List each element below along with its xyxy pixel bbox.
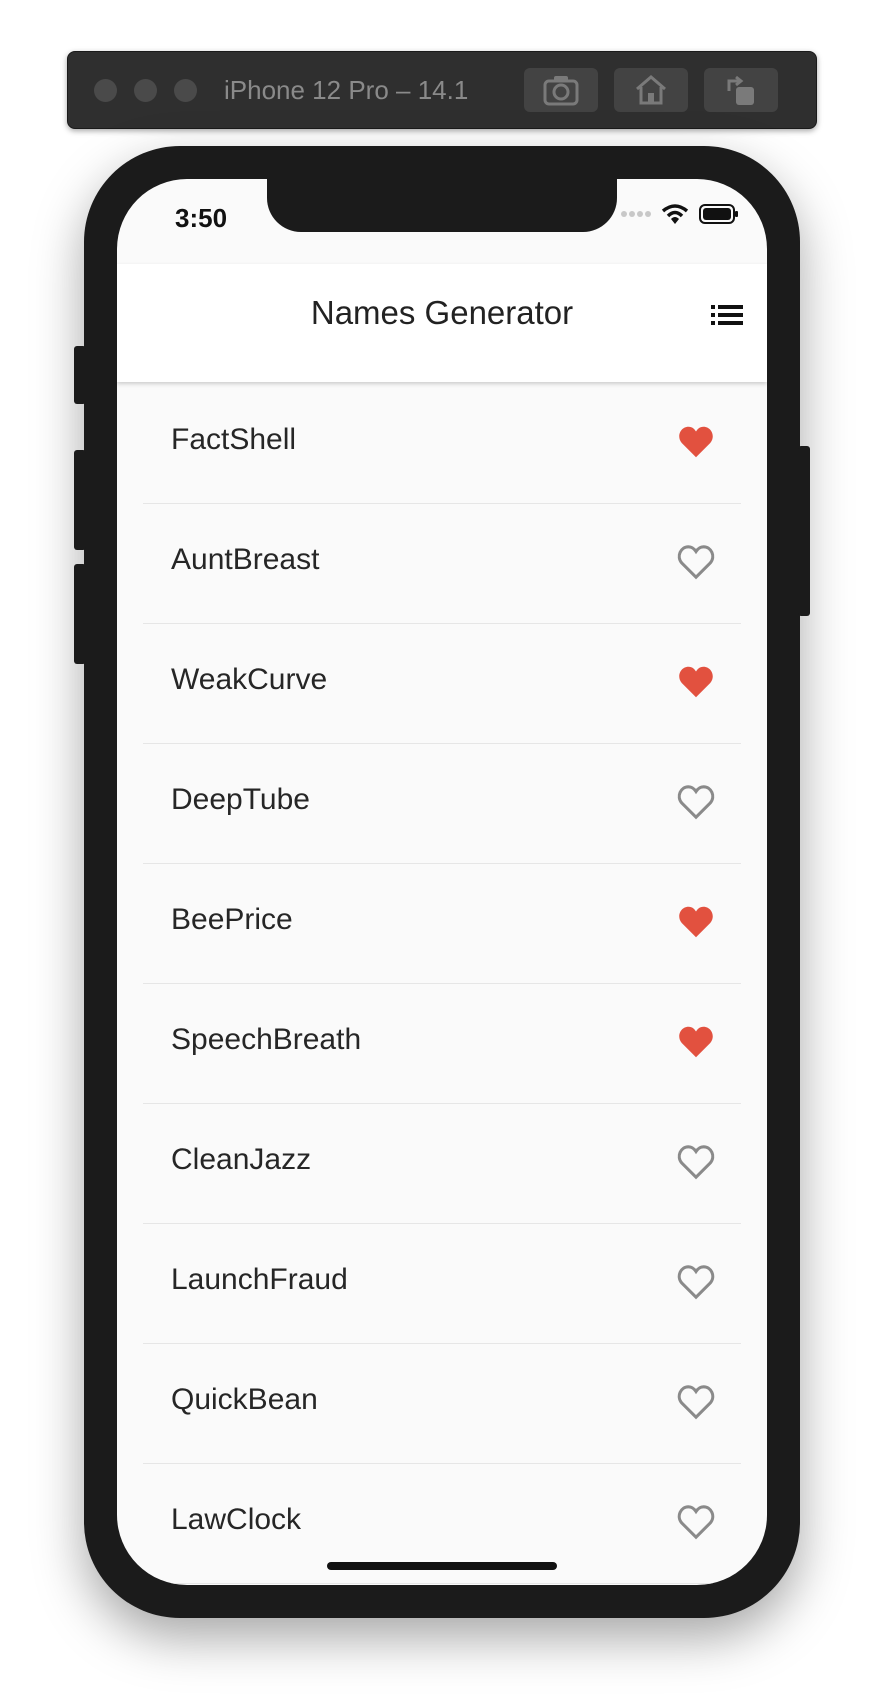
wifi-icon	[661, 204, 689, 224]
phone-frame: 3:50 Names Generator FactShell AuntBreas…	[74, 146, 810, 1618]
heart-outline-icon[interactable]	[677, 1384, 715, 1420]
heart-outline-icon[interactable]	[677, 1264, 715, 1300]
heart-filled-icon[interactable]	[677, 904, 715, 940]
rotate-icon	[727, 75, 754, 105]
list-item[interactable]: QuickBean	[143, 1344, 741, 1464]
name-label: LaunchFraud	[171, 1263, 348, 1296]
name-label: CleanJazz	[171, 1143, 312, 1176]
list-item[interactable]: LaunchFraud	[143, 1224, 741, 1344]
name-label: AuntBreast	[171, 543, 320, 576]
status-time: 3:50	[175, 203, 228, 233]
battery-icon	[699, 204, 738, 224]
name-label: SpeechBreath	[171, 1023, 362, 1056]
list-item[interactable]: DeepTube	[143, 744, 741, 864]
list-item[interactable]: SpeechBreath	[143, 984, 741, 1104]
simulator-title: iPhone 12 Pro – 14.1	[224, 75, 469, 105]
close-window-dot[interactable]	[94, 79, 117, 102]
status-icons	[621, 203, 739, 225]
heart-filled-icon[interactable]	[677, 424, 715, 460]
signal-dots-icon	[621, 211, 651, 217]
volume-down-button	[74, 564, 86, 664]
app-bar: Names Generator	[117, 264, 767, 382]
list-item[interactable]: WeakCurve	[143, 624, 741, 744]
page-title: Names Generator	[310, 294, 574, 331]
saved-list-button[interactable]	[711, 304, 743, 331]
name-label: QuickBean	[171, 1383, 318, 1416]
list-item[interactable]: BeePrice	[143, 864, 741, 984]
name-label: WeakCurve	[171, 663, 328, 696]
heart-filled-icon[interactable]	[677, 1024, 715, 1060]
simulator-toolbar: iPhone 12 Pro – 14.1	[67, 51, 817, 129]
list-icon	[711, 305, 743, 325]
home-button[interactable]	[614, 68, 688, 112]
home-icon	[636, 75, 666, 105]
name-label: LawClock	[171, 1503, 302, 1536]
heart-outline-icon[interactable]	[677, 1144, 715, 1180]
names-list: FactShell AuntBreast WeakCurve DeepTube BeeP…	[117, 384, 767, 1584]
zoom-window-dot[interactable]	[174, 79, 197, 102]
home-indicator[interactable]	[327, 1562, 557, 1570]
list-item[interactable]: CleanJazz	[143, 1104, 741, 1224]
name-label: BeePrice	[171, 903, 293, 936]
heart-outline-icon[interactable]	[677, 784, 715, 820]
list-item[interactable]: AuntBreast	[143, 504, 741, 624]
rotate-button[interactable]	[704, 68, 778, 112]
heart-outline-icon[interactable]	[677, 544, 715, 580]
heart-filled-icon[interactable]	[677, 664, 715, 700]
minimize-window-dot[interactable]	[134, 79, 157, 102]
list-item[interactable]: FactShell	[143, 384, 741, 504]
phone-screen: 3:50 Names Generator FactShell AuntBreas…	[117, 179, 767, 1585]
silent-switch	[74, 346, 86, 404]
name-label: DeepTube	[171, 783, 310, 816]
heart-outline-icon[interactable]	[677, 1504, 715, 1540]
notch	[267, 179, 617, 232]
camera-icon	[543, 76, 579, 106]
screenshot-button[interactable]	[524, 68, 598, 112]
power-button	[798, 446, 810, 616]
name-label: FactShell	[171, 423, 297, 456]
volume-up-button	[74, 450, 86, 550]
